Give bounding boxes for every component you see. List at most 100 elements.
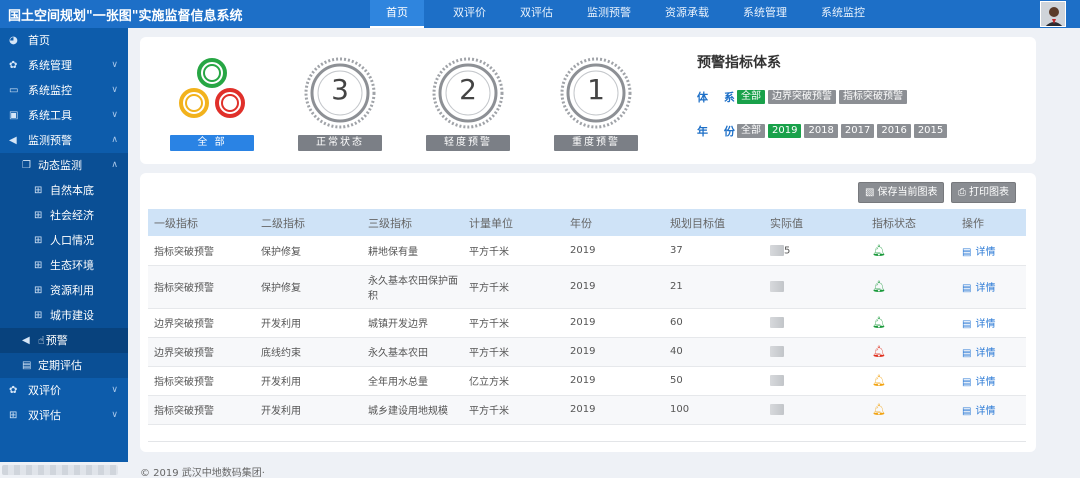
- year-tag-2018[interactable]: 2018: [804, 123, 838, 138]
- sidebar-item-monitoring-warning[interactable]: ◀ 监测预警 ∧: [0, 128, 128, 153]
- detail-link[interactable]: ▤ 详情: [962, 247, 995, 258]
- sidebar-item-ecology[interactable]: ⊞ 生态环境: [0, 253, 128, 278]
- year-tag-2015[interactable]: 2015: [913, 123, 948, 138]
- cell-actual: [764, 366, 866, 396]
- detail-link[interactable]: ▤ 详情: [962, 406, 995, 417]
- cell-level3: 城乡建设用地规模: [362, 395, 463, 425]
- chevron-down-icon: ∨: [111, 85, 118, 95]
- cell-year: 2019: [564, 265, 664, 309]
- nav-monitoring-warning[interactable]: 监测预警: [570, 0, 648, 28]
- col-header: 操作: [956, 209, 1026, 236]
- sidebar-item-system-monitor[interactable]: ▭ 系统监控 ∨: [0, 78, 128, 103]
- cell-target: 21: [664, 265, 764, 309]
- sidebar-item-dynamic-monitoring[interactable]: ❐ 动态监测 ∧: [0, 153, 128, 178]
- year-tag-2017[interactable]: 2017: [840, 123, 875, 138]
- user-avatar[interactable]: [1040, 1, 1066, 27]
- dashboard-icon: ◕: [9, 35, 18, 46]
- sidebar-item-dual-evaluation[interactable]: ✿ 双评价 ∨: [0, 378, 128, 403]
- footer-copyright: © 2019 武汉中地数码集团·: [140, 468, 265, 478]
- table-row: 边界突破预警 开发利用 城镇开发边界 平方千米 2019 60 🔔︎ ▤ 详情: [148, 308, 1026, 338]
- grid-icon: ⊞: [34, 235, 43, 246]
- status-mild-widget[interactable]: 2 轻度预警: [426, 55, 510, 151]
- cell-target: 100: [664, 395, 764, 425]
- grid-icon: ⊞: [34, 210, 43, 221]
- col-header: 年份: [564, 209, 664, 236]
- detail-link[interactable]: ▤ 详情: [962, 319, 995, 330]
- cell-action: ▤ 详情: [956, 236, 1026, 266]
- sidebar-item-resource-use[interactable]: ⊞ 资源利用: [0, 278, 128, 303]
- cell-actual: [764, 337, 866, 367]
- sidebar-item-home[interactable]: ◕ 首页: [0, 28, 128, 53]
- system-filter-row: 体 系 全部 边界突破预警 指标突破预警: [697, 89, 910, 104]
- megaphone-icon: ◀: [22, 335, 30, 346]
- nav-dual-assessment[interactable]: 双评估: [503, 0, 570, 28]
- detail-link[interactable]: ▤ 详情: [962, 377, 995, 388]
- cell-level3: 永久基本农田: [362, 337, 463, 367]
- cell-unit: 平方千米: [463, 308, 564, 338]
- cell-level2: 保护修复: [255, 236, 362, 266]
- chevron-down-icon: ∨: [111, 410, 118, 420]
- sidebar-item-urban-construction[interactable]: ⊞ 城市建设: [0, 303, 128, 328]
- sidebar-item-social-economy[interactable]: ⊞ 社会经济: [0, 203, 128, 228]
- table-row: 指标突破预警 保护修复 耕地保有量 平方千米 2019 37 5 🔔︎ ▤ 详情: [148, 236, 1026, 266]
- three-rings-icon: [179, 58, 245, 118]
- cell-status: 🔔︎: [866, 265, 956, 309]
- cell-action: ▤ 详情: [956, 265, 1026, 309]
- nav-resource-capacity[interactable]: 资源承载: [648, 0, 726, 28]
- toolbox-icon: ▣: [9, 110, 19, 121]
- cell-status: 🔔︎: [866, 395, 956, 425]
- system-tag-all[interactable]: 全部: [737, 89, 765, 104]
- nav-system-management[interactable]: 系统管理: [726, 0, 804, 28]
- table-row: 指标突破预警 开发利用 城乡建设用地规模 平方千米 2019 100 🔔︎ ▤ 详…: [148, 395, 1026, 425]
- cell-actual: [764, 395, 866, 425]
- document-icon: ▤: [962, 246, 972, 258]
- cell-year: 2019: [564, 308, 664, 338]
- redacted-value: [770, 316, 784, 328]
- redacted-value: [770, 403, 784, 415]
- sidebar-item-system-management[interactable]: ✿ 系统管理 ∨: [0, 53, 128, 78]
- cell-unit: 平方千米: [463, 395, 564, 425]
- cell-level3: 永久基本农田保护面积: [362, 265, 463, 309]
- sidebar-item-periodic-assessment[interactable]: ▤ 定期评估: [0, 353, 128, 378]
- sidebar-item-dual-assessment[interactable]: ⊞ 双评估 ∨: [0, 403, 128, 428]
- document-icon: ▤: [22, 360, 32, 371]
- cell-status: 🔔︎: [866, 236, 956, 266]
- status-severe-count: 1: [587, 73, 605, 106]
- bell-icon: 🔔︎: [872, 345, 886, 358]
- print-chart-button[interactable]: ⎙ 打印图表: [951, 182, 1016, 203]
- cell-level3: 全年用水总量: [362, 366, 463, 396]
- status-severe-widget[interactable]: 1 重度预警: [554, 55, 638, 151]
- indicator-system-title: 预警指标体系: [697, 55, 781, 71]
- year-tag-2019[interactable]: 2019: [768, 123, 802, 138]
- status-all-widget[interactable]: 全 部: [170, 55, 254, 151]
- nav-home[interactable]: 首页: [370, 0, 424, 28]
- document-icon: ▤: [962, 377, 972, 388]
- sidebar-item-natural-baseline[interactable]: ⊞ 自然本底: [0, 178, 128, 203]
- cell-level2: 开发利用: [255, 308, 362, 338]
- cell-level1: 指标突破预警: [148, 366, 255, 396]
- system-tag-indicator-breach[interactable]: 指标突破预警: [839, 89, 907, 104]
- grid-icon: ⊞: [34, 310, 43, 321]
- year-tag-all[interactable]: 全部: [737, 123, 765, 138]
- document-icon: ▤: [962, 319, 972, 330]
- detail-link[interactable]: ▤ 详情: [962, 283, 995, 294]
- cell-actual: 5: [764, 236, 866, 266]
- sidebar-item-population[interactable]: ⊞ 人口情况: [0, 228, 128, 253]
- system-tag-boundary-breach[interactable]: 边界突破预警: [768, 89, 836, 104]
- status-normal-widget[interactable]: 3 正常状态: [298, 55, 382, 151]
- bell-icon: 🔔︎: [872, 403, 886, 416]
- year-tag-2016[interactable]: 2016: [877, 123, 911, 138]
- sidebar-item-system-tools[interactable]: ▣ 系统工具 ∨: [0, 103, 128, 128]
- table-row: 指标突破预警 开发利用 全年用水总量 亿立方米 2019 50 🔔︎ ▤ 详情: [148, 366, 1026, 396]
- sidebar-item-current-warning[interactable]: ◀ ☝预警: [0, 328, 128, 353]
- actual-suffix: 5: [784, 245, 791, 256]
- nav-dual-evaluation[interactable]: 双评价: [436, 0, 503, 28]
- redacted-value: [770, 374, 784, 386]
- detail-link[interactable]: ▤ 详情: [962, 348, 995, 359]
- status-mild-count: 2: [459, 73, 477, 106]
- bell-icon: 🔔︎: [872, 280, 886, 293]
- save-chart-button[interactable]: ▧ 保存当前图表: [858, 182, 945, 203]
- year-filter-row: 年 份 全部 2019 2018 2017 2016 2015: [697, 123, 950, 138]
- nav-system-monitor[interactable]: 系统监控: [804, 0, 882, 28]
- status-severe-label: 重度预警: [554, 135, 638, 151]
